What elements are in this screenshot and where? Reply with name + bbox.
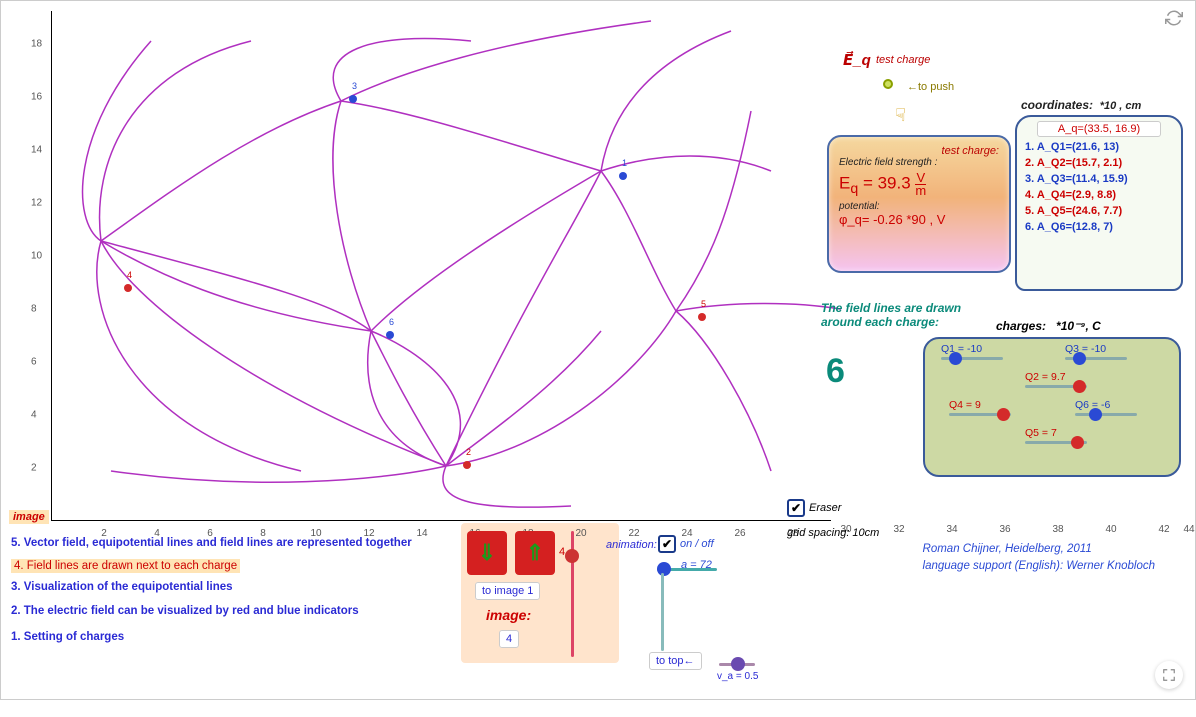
charge-Q1[interactable]: 1 (619, 172, 627, 180)
slider-Q5[interactable]: Q5 = 7 (1025, 441, 1087, 444)
slider-image[interactable] (571, 531, 574, 657)
slider-Q4[interactable]: Q4 = 9 (949, 413, 1011, 416)
efs-label: Electric field strength : (839, 157, 999, 168)
fieldlines-num: 6 (826, 352, 845, 391)
charge-Q4[interactable]: 4 (124, 284, 132, 292)
image-value-input[interactable]: 4 (499, 631, 519, 645)
to-push-label: ←to push (907, 81, 954, 93)
grid-spacing-label: grid spacing: 10cm (787, 527, 879, 539)
image-up-button[interactable]: ⇑ (515, 531, 555, 575)
test-charge-marker[interactable] (883, 79, 893, 89)
info-panel: test charge: Electric field strength : E… (827, 135, 1011, 273)
charges-panel: Q1 = -10 Q3 = -10 Q2 = 9.7 Q4 = 9 Q6 = -… (923, 337, 1181, 477)
slider-Q3[interactable]: Q3 = -10 (1065, 357, 1127, 360)
slider-vert-blue[interactable] (661, 573, 664, 651)
fieldlines-text: The field lines are drawn around each ch… (821, 301, 991, 329)
credits: Roman Chijner, Heidelberg, 2011 language… (923, 541, 1155, 576)
test-charge-label: test charge (876, 54, 930, 66)
charge-Q3[interactable]: 3 (349, 95, 357, 103)
slider4-label: 4 (559, 546, 565, 558)
image-down-button[interactable]: ⇓ (467, 531, 507, 575)
image-tag: image (9, 510, 49, 524)
charge-Q6[interactable]: 6 (386, 331, 394, 339)
refresh-icon[interactable] (1165, 9, 1183, 30)
animation-label: animation: (606, 539, 657, 551)
coord-Aq: A_q=(33.5, 16.9) (1037, 121, 1161, 137)
hand-icon[interactable]: ☟ (895, 105, 906, 126)
coord-row: 1. A_Q1=(21.6, 13) (1025, 141, 1173, 153)
phi-value: φ_q= -0.26 *90 , V (839, 212, 999, 227)
slider-Q6[interactable]: Q6 = -6 (1075, 413, 1137, 416)
info-tc-label: test charge: (839, 145, 999, 157)
eq-symbol: E⃗_q (843, 51, 871, 69)
note-3: 3. Visualization of the equipotential li… (11, 581, 461, 593)
eraser-checkbox[interactable]: ✔Eraser (787, 499, 841, 517)
slider-Q2[interactable]: Q2 = 9.7 (1025, 385, 1087, 388)
to-image-1-button[interactable]: to image 1 (475, 583, 540, 597)
onoff-checkbox[interactable]: ✔on / off (658, 535, 714, 553)
coords-panel: A_q=(33.5, 16.9) 1. A_Q1=(21.6, 13) 2. A… (1015, 115, 1183, 291)
to-top-button[interactable]: to top← (649, 653, 702, 667)
coords-title: coordinates: *10 , cm (1021, 98, 1141, 112)
charges-title: charges: *10⁻⁹, C (996, 319, 1101, 333)
note-5: 5. Vector field, equipotential lines and… (11, 537, 461, 549)
note-1: 1. Setting of charges (11, 631, 461, 643)
slider-va[interactable] (719, 663, 755, 666)
chart-axes: 2 4 6 8 10 12 14 16 18 20 22 24 26 28 2 … (21, 11, 831, 521)
fullscreen-icon[interactable] (1155, 661, 1183, 689)
charge-Q5[interactable]: 5 (698, 313, 706, 321)
note-4: 4. Field lines are drawn next to each ch… (11, 559, 240, 573)
slider-Q1[interactable]: Q1 = -10 (941, 357, 1003, 360)
image-label: image: (486, 607, 531, 623)
pot-label: potential: (839, 201, 999, 212)
va-value: v_a = 0.5 (717, 671, 758, 682)
a-value: a = 72 (681, 559, 712, 571)
eq-value: Eq = 39.3 Vm (839, 172, 999, 197)
charge-Q2[interactable]: 2 (463, 461, 471, 469)
note-2: 2. The electric field can be visualized … (11, 605, 461, 617)
